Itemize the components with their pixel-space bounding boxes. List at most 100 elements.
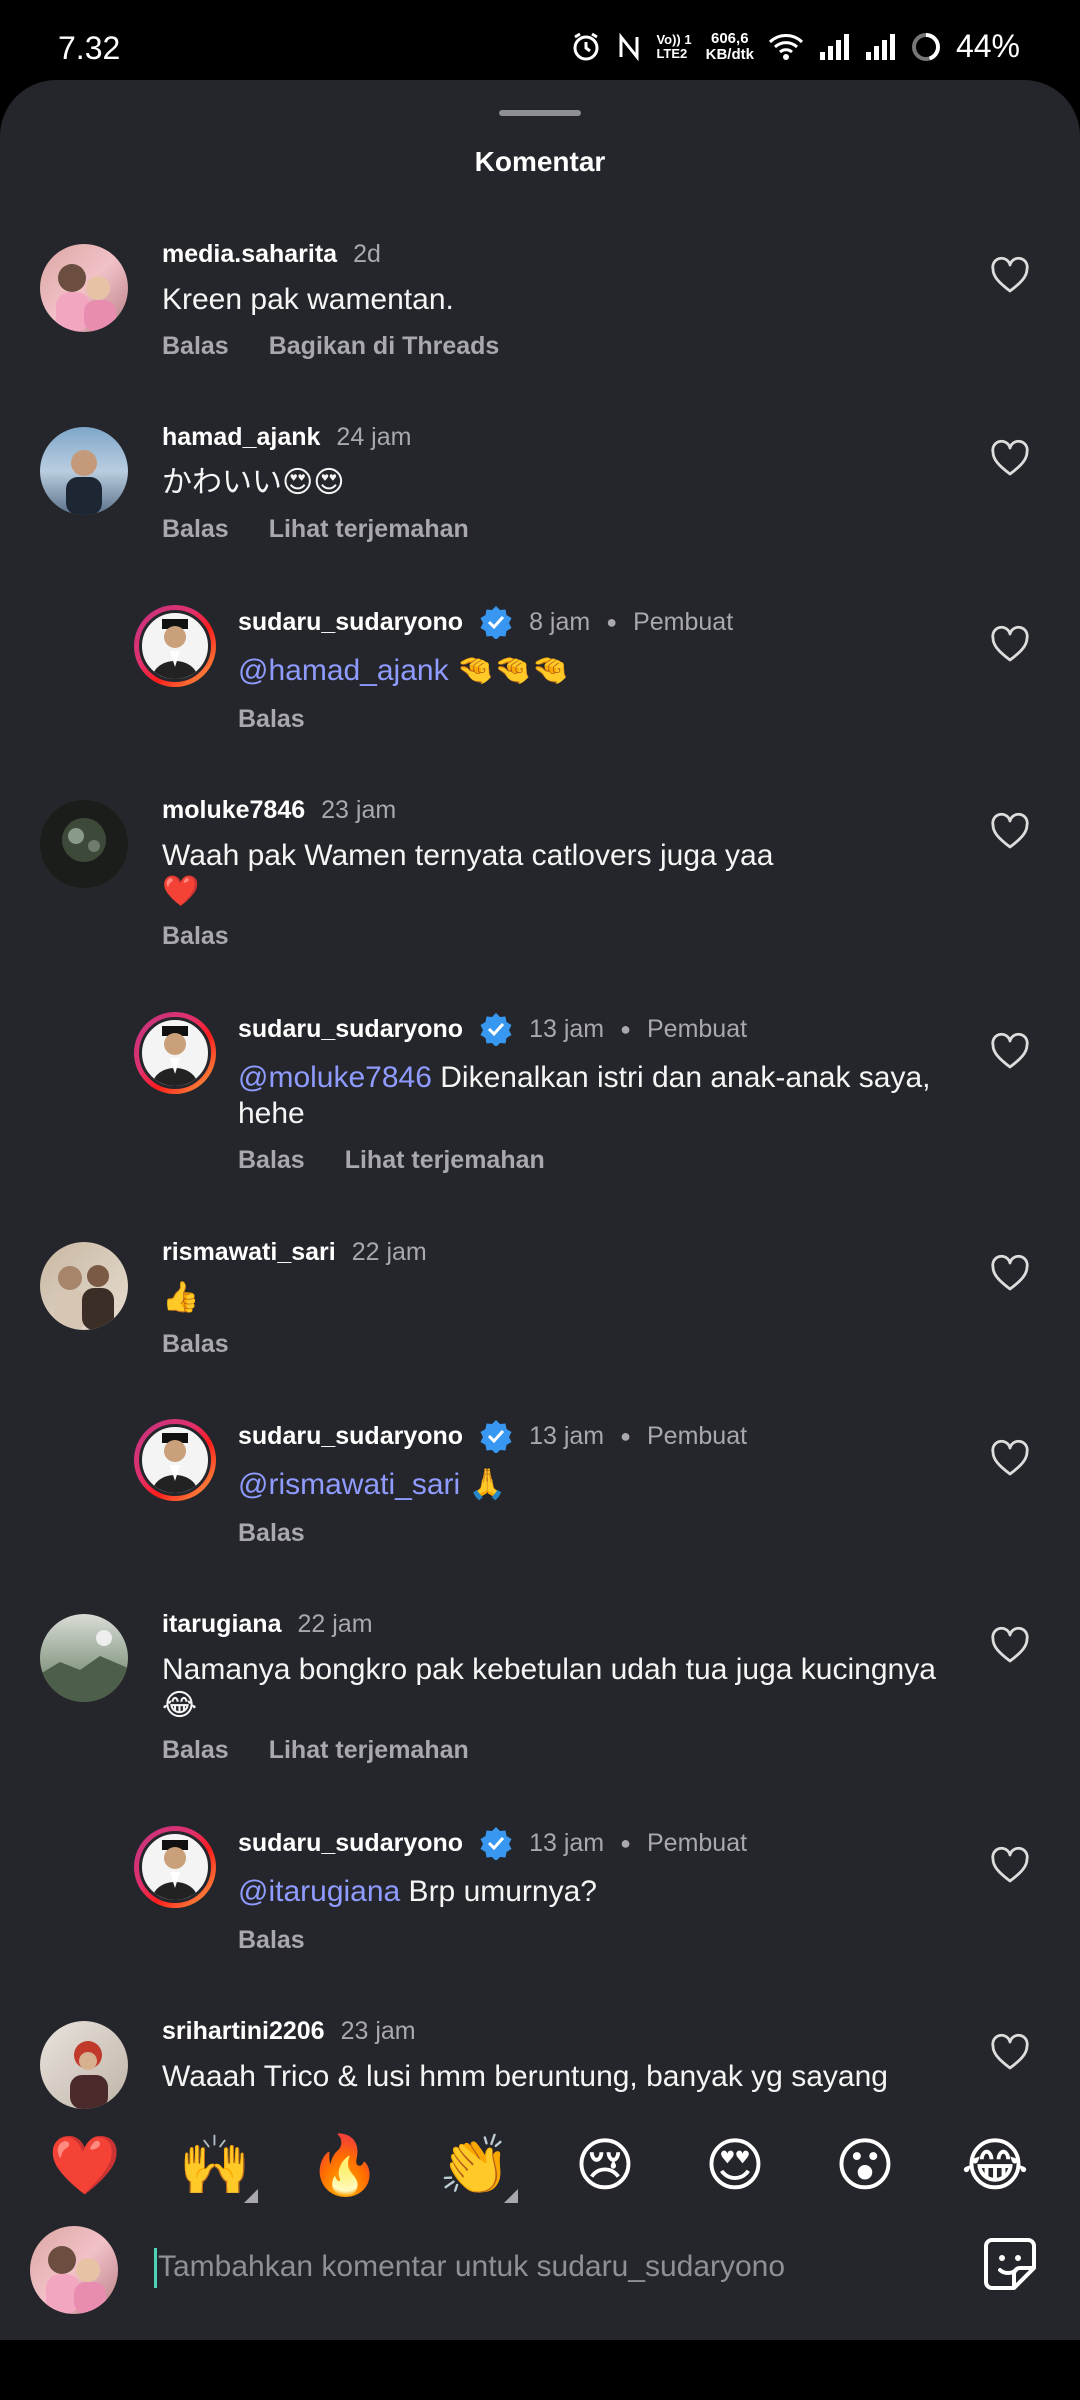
- lte-indicator: Vo)) 1 LTE2: [656, 31, 692, 61]
- emoji-clap-button[interactable]: 👏: [430, 2133, 520, 2203]
- reply-button[interactable]: Balas: [238, 1519, 305, 1548]
- mention-link[interactable]: @moluke7846: [238, 1061, 432, 1094]
- avatar[interactable]: [40, 1614, 128, 1702]
- like-heart-icon[interactable]: [990, 1254, 1030, 1294]
- like-heart-icon[interactable]: [990, 1846, 1030, 1886]
- share-threads-button[interactable]: Bagikan di Threads: [269, 332, 500, 361]
- reply-item: sudaru_sudaryono 13 jam ● Pembuat @moluk…: [0, 1012, 1080, 1192]
- comment-username[interactable]: sudaru_sudaryono: [238, 1422, 463, 1451]
- comment-username[interactable]: sudaru_sudaryono: [238, 1829, 463, 1858]
- nfc-icon: [619, 32, 639, 61]
- reply-button[interactable]: Balas: [162, 332, 229, 361]
- creator-label: Pembuat: [646, 1828, 748, 1857]
- alarm-icon: [573, 32, 599, 60]
- see-translation-button[interactable]: Lihat terjemahan: [345, 1146, 545, 1175]
- comment-username[interactable]: itarugiana: [162, 1610, 281, 1639]
- avatar[interactable]: [40, 1242, 128, 1330]
- comment-username[interactable]: rismawati_sari: [162, 1238, 336, 1267]
- network-speed: 606,6 KB/dtk: [705, 29, 754, 63]
- comment-time: 2d: [353, 240, 381, 268]
- reply-button[interactable]: Balas: [162, 1330, 229, 1359]
- avatar-story-ring[interactable]: [134, 605, 216, 687]
- comment-text: Namanya bongkro pak kebetulan udah tua j…: [162, 1653, 936, 1722]
- comment-text: @moluke7846 Dikenalkan istri dan anak-an…: [238, 1061, 931, 1130]
- reply-item: sudaru_sudaryono 13 jam ● Pembuat @itaru…: [0, 1826, 1080, 1966]
- creator-label: Pembuat: [646, 1421, 748, 1450]
- reply-button[interactable]: Balas: [162, 922, 229, 951]
- emoji-raised-hands-button[interactable]: 🙌: [170, 2133, 260, 2203]
- creator-label: Pembuat: [646, 1014, 748, 1043]
- comment-item: rismawati_sari 22 jam 👍 Balas: [0, 1238, 1080, 1378]
- sheet-title: Komentar: [474, 146, 606, 177]
- comment-text: Waaah Trico & lusi hmm beruntung, banyak…: [162, 2060, 888, 2093]
- mention-link[interactable]: @rismawati_sari: [238, 1468, 460, 1501]
- comment-text: @rismawati_sari 🙏: [238, 1468, 506, 1501]
- comment-time: 8 jam: [529, 607, 591, 636]
- comment-item: hamad_ajank 24 jam かわいい😍😍 Balas Lihat te…: [0, 423, 1080, 563]
- like-heart-icon[interactable]: [990, 2033, 1030, 2073]
- system-nav-bar: [0, 2340, 1080, 2400]
- comment-time: 23 jam: [340, 2017, 416, 2045]
- reply-button[interactable]: Balas: [162, 1736, 229, 1765]
- reply-button[interactable]: Balas: [238, 1146, 305, 1175]
- comment-time: 13 jam: [529, 1421, 605, 1450]
- text-cursor: [154, 2248, 157, 2288]
- avatar[interactable]: [40, 800, 128, 888]
- like-heart-icon[interactable]: [990, 256, 1030, 296]
- reply-button[interactable]: Balas: [238, 1926, 305, 1955]
- emoji-surprised-button[interactable]: 😮: [820, 2133, 910, 2197]
- creator-label: Pembuat: [633, 607, 734, 636]
- avatar-story-ring[interactable]: [134, 1419, 216, 1501]
- comment-text: @hamad_ajank 🤏🤏🤏: [238, 654, 569, 687]
- see-translation-button[interactable]: Lihat terjemahan: [269, 1736, 469, 1765]
- status-icons: Vo)) 1 LTE2 606,6 KB/dtk 44%: [570, 28, 1020, 65]
- reply-button[interactable]: Balas: [162, 515, 229, 544]
- comment-time: 24 jam: [336, 423, 412, 451]
- mention-link[interactable]: @itarugiana: [238, 1875, 400, 1908]
- skin-tone-indicator-icon: [504, 2189, 518, 2203]
- emoji-fire-button[interactable]: 🔥: [300, 2133, 390, 2197]
- sticker-icon[interactable]: [980, 2234, 1040, 2294]
- avatar[interactable]: [40, 427, 128, 515]
- comment-item: itarugiana 22 jam Namanya bongkro pak ke…: [0, 1610, 1080, 1790]
- comment-time: 22 jam: [297, 1610, 373, 1638]
- avatar[interactable]: [40, 2021, 128, 2109]
- see-translation-button[interactable]: Lihat terjemahan: [269, 515, 469, 544]
- comment-username[interactable]: srihartini2206: [162, 2017, 325, 2046]
- reply-button[interactable]: Balas: [238, 705, 305, 734]
- avatar[interactable]: [40, 244, 128, 332]
- comment-username[interactable]: sudaru_sudaryono: [238, 608, 463, 637]
- like-heart-icon[interactable]: [990, 1626, 1030, 1666]
- comment-username[interactable]: sudaru_sudaryono: [238, 1015, 463, 1044]
- reply-item: sudaru_sudaryono 8 jam ● Pembuat @hamad_…: [0, 605, 1080, 745]
- battery-icon: [911, 32, 940, 61]
- avatar-story-ring[interactable]: [134, 1826, 216, 1908]
- verified-badge-icon: [480, 1013, 512, 1046]
- signal-icon: [819, 33, 849, 60]
- avatar-story-ring[interactable]: [134, 1012, 216, 1094]
- comment-text: Kreen pak wamentan.: [162, 283, 454, 316]
- comment-time: 22 jam: [351, 1238, 427, 1266]
- comment-composer: Tambahkan komentar untuk sudaru_sudaryon…: [0, 2220, 1080, 2340]
- like-heart-icon[interactable]: [990, 625, 1030, 665]
- emoji-heart-button[interactable]: ❤️: [40, 2133, 130, 2197]
- signal-icon-2: [865, 33, 895, 60]
- comment-item: media.saharita 2d Kreen pak wamentan. Ba…: [0, 240, 1080, 380]
- like-heart-icon[interactable]: [990, 439, 1030, 479]
- drag-handle[interactable]: [499, 110, 581, 116]
- emoji-laughing-button[interactable]: 😂: [950, 2133, 1040, 2197]
- like-heart-icon[interactable]: [990, 1439, 1030, 1479]
- like-heart-icon[interactable]: [990, 1032, 1030, 1072]
- emoji-crying-button[interactable]: 😢: [560, 2133, 650, 2197]
- emoji-heart-eyes-button[interactable]: 😍: [690, 2133, 780, 2197]
- like-heart-icon[interactable]: [990, 812, 1030, 852]
- skin-tone-indicator-icon: [244, 2189, 258, 2203]
- mention-link[interactable]: @hamad_ajank: [238, 654, 449, 687]
- comment-username[interactable]: hamad_ajank: [162, 423, 320, 452]
- comment-username[interactable]: moluke7846: [162, 796, 305, 825]
- comment-time: 13 jam: [529, 1014, 605, 1043]
- comment-username[interactable]: media.saharita: [162, 240, 337, 269]
- comment-input[interactable]: Tambahkan komentar untuk sudaru_sudaryon…: [158, 2250, 785, 2284]
- comments-sheet: Komentar media.saharita 2d Kreen pak wam…: [0, 80, 1080, 2340]
- comment-time: 23 jam: [321, 796, 397, 824]
